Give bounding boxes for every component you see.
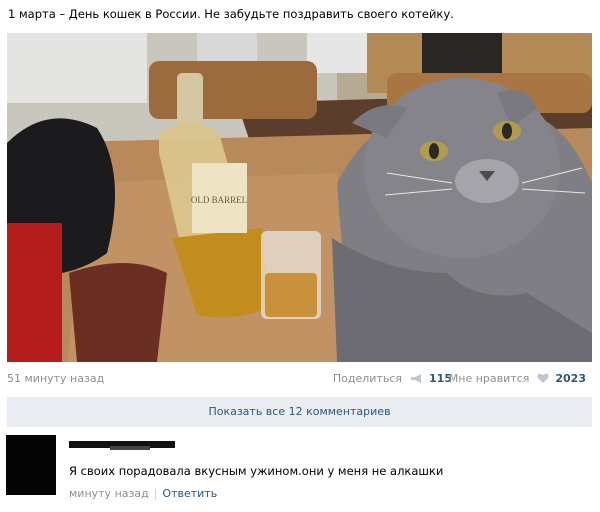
reply-link[interactable]: Ответить	[162, 487, 217, 500]
like-count: 2023	[555, 372, 586, 385]
avatar[interactable]	[6, 435, 56, 495]
share-label: Поделиться	[332, 372, 403, 385]
post-meta: 51 минуту назад Поделиться 115 Мне нрави…	[7, 372, 592, 388]
heart-icon	[537, 373, 549, 383]
author-name-redacted-extra	[110, 446, 150, 450]
comment-time[interactable]: минуту назад	[69, 487, 149, 500]
post-text: 1 марта – День кошек в России. Не забудь…	[8, 7, 454, 21]
like-button[interactable]: Мне нравится 2023	[449, 372, 586, 385]
separator: |	[153, 487, 158, 500]
bottle-label: OLD BARREL	[191, 195, 247, 205]
cat-photo-illustration: OLD BARREL	[7, 33, 592, 362]
share-button[interactable]: Поделиться 115	[333, 372, 452, 385]
show-all-comments-button[interactable]: Показать все 12 комментариев	[7, 397, 592, 427]
megaphone-icon	[410, 374, 421, 383]
like-label: Мне нравится	[448, 372, 530, 385]
comment-meta: минуту назад | Ответить	[69, 487, 217, 500]
comment-text: Я своих порадовала вкусным ужином.они у …	[69, 464, 444, 478]
post-time[interactable]: 51 минуту назад	[7, 372, 104, 385]
post-photo[interactable]: OLD BARREL	[7, 33, 592, 362]
comment-item: Я своих порадовала вкусным ужином.они у …	[0, 433, 600, 512]
